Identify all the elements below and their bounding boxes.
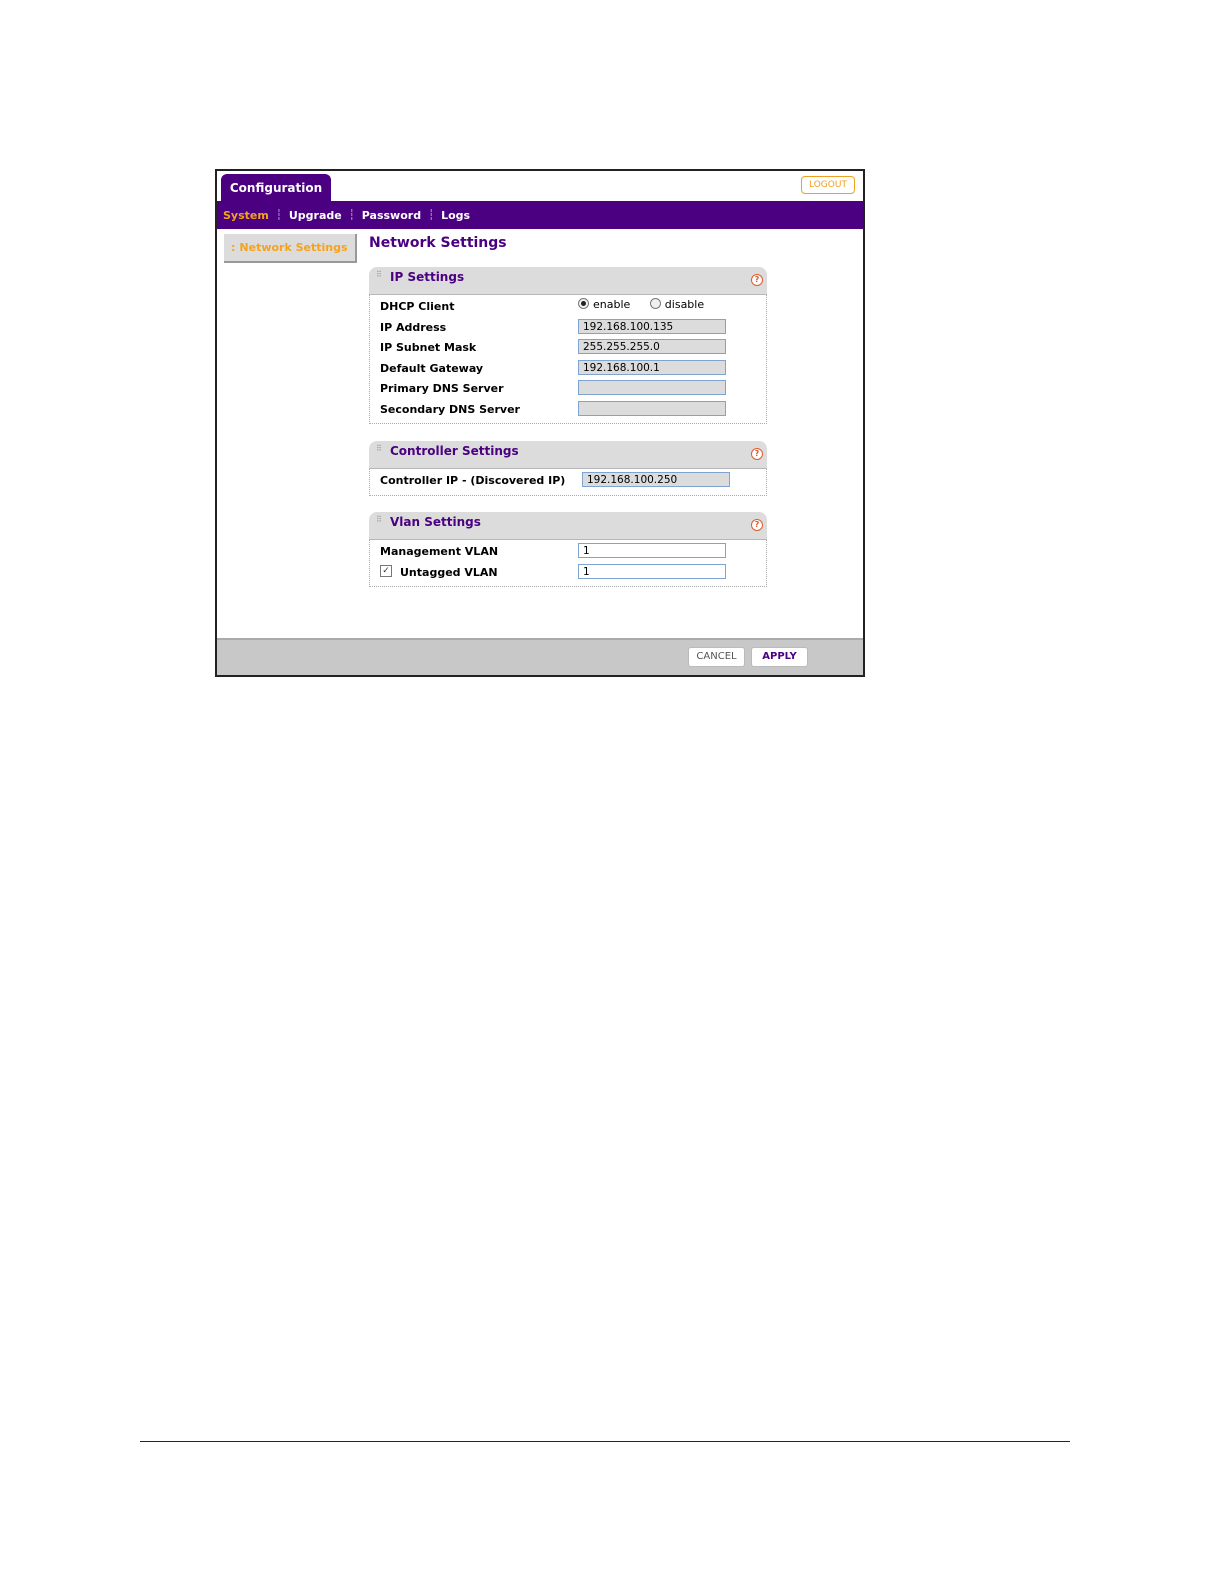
section-header: ⠿ IP Settings ? <box>369 267 767 295</box>
subnav-item-upgrade[interactable]: Upgrade <box>289 209 342 222</box>
subnav-item-password[interactable]: Password <box>362 209 421 222</box>
section-header: ⠿ Vlan Settings ? <box>369 512 767 540</box>
default-gateway-row: Default Gateway 192.168.100.1 <box>370 359 766 380</box>
untagged-vlan-row: ✓ Untagged VLAN 1 <box>370 563 766 584</box>
management-vlan-row: Management VLAN 1 <box>370 542 766 563</box>
drag-handle-icon: ⠿ <box>376 444 382 453</box>
secondary-dns-label: Secondary DNS Server <box>380 402 520 416</box>
vlan-settings-section: ⠿ Vlan Settings ? Management VLAN 1 ✓ Un… <box>369 512 767 587</box>
section-body: DHCP Client enable disable IP Address 19… <box>369 295 767 424</box>
drag-handle-icon: ⠿ <box>376 270 382 279</box>
default-gateway-field[interactable]: 192.168.100.1 <box>578 359 726 375</box>
controller-ip-field[interactable]: 192.168.100.250 <box>582 472 730 487</box>
controller-ip-label: Controller IP - (Discovered IP) <box>380 474 566 487</box>
section-body: Management VLAN 1 ✓ Untagged VLAN 1 <box>369 540 767 587</box>
secondary-dns-field[interactable] <box>578 400 726 416</box>
app-window: Configuration LOGOUT System ┆ Upgrade ┆ … <box>215 169 865 677</box>
drag-handle-icon: ⠿ <box>376 515 382 524</box>
dhcp-radio-group: enable disable <box>578 298 720 311</box>
management-vlan-field[interactable]: 1 <box>578 543 726 558</box>
dhcp-client-row: DHCP Client enable disable <box>370 297 766 318</box>
controller-settings-section: ⠿ Controller Settings ? Controller IP - … <box>369 441 767 496</box>
top-bar: Configuration LOGOUT <box>217 171 863 201</box>
help-icon[interactable]: ? <box>751 274 763 286</box>
page-divider <box>140 1441 1070 1442</box>
section-title: IP Settings <box>390 270 465 284</box>
ip-settings-section: ⠿ IP Settings ? DHCP Client enable disab… <box>369 267 767 424</box>
dhcp-client-label: DHCP Client <box>380 300 455 313</box>
primary-dns-field[interactable] <box>578 380 726 395</box>
controller-ip-row: Controller IP - (Discovered IP) 192.168.… <box>370 471 766 492</box>
ip-address-label: IP Address <box>380 320 447 334</box>
subnet-mask-label: IP Subnet Mask <box>380 341 477 354</box>
subnet-mask-row: IP Subnet Mask 255.255.255.0 <box>370 338 766 359</box>
sidebar-item-label: Network Settings <box>239 241 348 254</box>
cancel-button[interactable]: CANCEL <box>688 647 745 667</box>
help-icon[interactable]: ? <box>751 448 763 460</box>
subnet-mask-field[interactable]: 255.255.255.0 <box>578 339 726 354</box>
primary-dns-label: Primary DNS Server <box>380 382 504 395</box>
subnav-separator: ┆ <box>348 209 355 221</box>
secondary-dns-row: Secondary DNS Server <box>370 400 766 421</box>
ip-address-field[interactable]: 192.168.100.135 <box>578 318 726 334</box>
logout-button[interactable]: LOGOUT <box>801 176 855 194</box>
subnav-separator: ┆ <box>428 209 435 221</box>
dhcp-disable-radio[interactable] <box>649 298 661 309</box>
bullet-icon: : <box>231 241 236 254</box>
untagged-vlan-field[interactable]: 1 <box>578 563 726 579</box>
dhcp-enable-radio[interactable] <box>578 298 589 309</box>
default-gateway-label: Default Gateway <box>380 361 484 375</box>
dhcp-enable-label: enable <box>593 298 631 311</box>
dhcp-disable-label: disable <box>664 298 705 311</box>
section-title: Vlan Settings <box>390 515 481 529</box>
subnav-item-system[interactable]: System <box>223 209 269 222</box>
untagged-vlan-label: Untagged VLAN <box>400 565 498 579</box>
page-title: Network Settings <box>369 235 507 251</box>
section-title: Controller Settings <box>390 444 519 458</box>
ip-address-row: IP Address 192.168.100.135 <box>370 318 766 339</box>
apply-button[interactable]: APPLY <box>751 647 808 667</box>
button-bar: CANCEL APPLY <box>217 638 863 675</box>
section-body: Controller IP - (Discovered IP) 192.168.… <box>369 469 767 496</box>
subnav-separator: ┆ <box>275 209 282 221</box>
sidebar-item-network-settings[interactable]: : Network Settings <box>224 234 357 263</box>
help-icon[interactable]: ? <box>751 519 763 531</box>
primary-dns-row: Primary DNS Server <box>370 379 766 400</box>
section-header: ⠿ Controller Settings ? <box>369 441 767 469</box>
sub-navigation: System ┆ Upgrade ┆ Password ┆ Logs <box>217 201 863 229</box>
subnav-item-logs[interactable]: Logs <box>441 209 470 222</box>
tab-configuration[interactable]: Configuration <box>221 174 331 201</box>
untagged-vlan-checkbox[interactable]: ✓ <box>380 564 392 577</box>
management-vlan-label: Management VLAN <box>380 545 499 558</box>
